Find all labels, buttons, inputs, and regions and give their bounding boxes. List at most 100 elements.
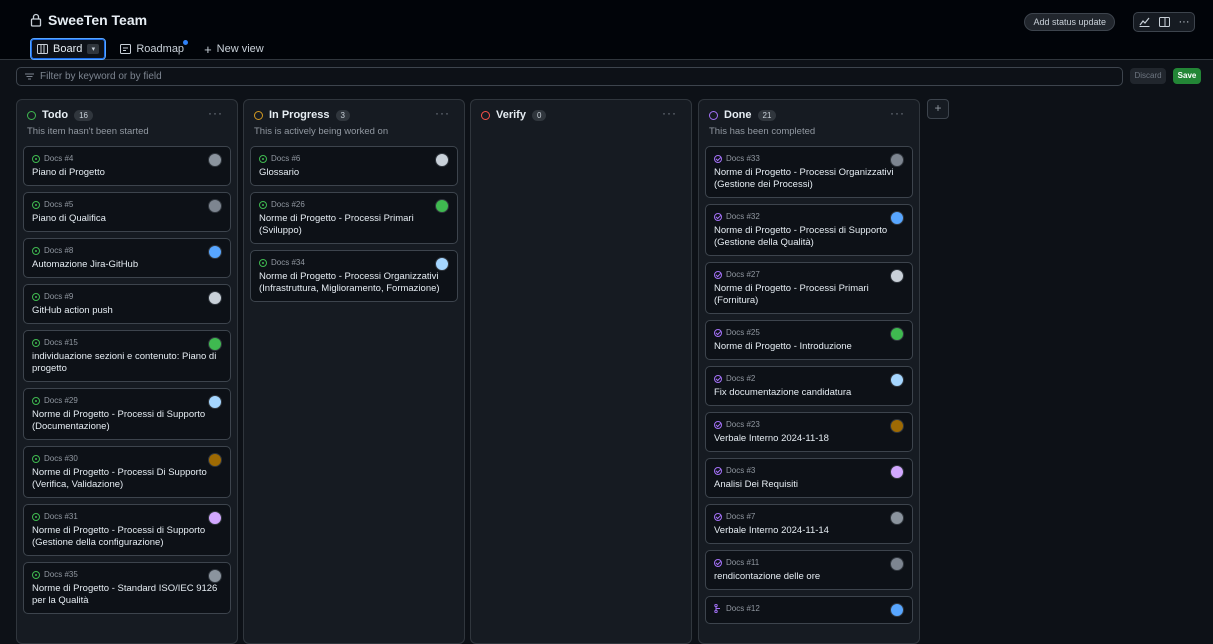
issue-card[interactable]: Docs #23 Verbale Interno 2024-11-18 bbox=[705, 412, 913, 452]
column-menu-icon[interactable]: ··· bbox=[208, 106, 223, 120]
kebab-menu-icon[interactable]: ··· bbox=[1174, 13, 1194, 31]
avatar[interactable] bbox=[208, 337, 222, 351]
column-name: In Progress bbox=[269, 109, 330, 121]
card-title[interactable]: Piano di Progetto bbox=[32, 167, 222, 179]
avatar[interactable] bbox=[890, 511, 904, 525]
avatar[interactable] bbox=[208, 453, 222, 467]
side-panel-icon[interactable] bbox=[1154, 13, 1174, 31]
card-title[interactable]: Norme di Progetto - Processi Di Supporto… bbox=[32, 467, 222, 491]
card-title[interactable]: Analisi Dei Requisiti bbox=[714, 479, 904, 491]
issue-card[interactable]: Docs #7 Verbale Interno 2024-11-14 bbox=[705, 504, 913, 544]
issue-card[interactable]: Docs #5 Piano di Qualifica bbox=[23, 192, 231, 232]
issue-card[interactable]: Docs #3 Analisi Dei Requisiti bbox=[705, 458, 913, 498]
card-ref-label: Docs #6 bbox=[271, 154, 301, 163]
issue-card[interactable]: Docs #32 Norme di Progetto - Processi di … bbox=[705, 204, 913, 256]
issue-card[interactable]: Docs #25 Norme di Progetto - Introduzione bbox=[705, 320, 913, 360]
add-column-button[interactable]: + bbox=[927, 99, 949, 119]
card-title[interactable]: Verbale Interno 2024-11-14 bbox=[714, 525, 904, 537]
card-title[interactable]: Glossario bbox=[259, 167, 449, 179]
open-issue-icon bbox=[32, 154, 40, 163]
card-list: Docs #6 Glossario Docs #26 Norme di Progett… bbox=[244, 142, 464, 302]
card-title[interactable]: rendicontazione delle ore bbox=[714, 571, 904, 583]
open-issue-icon bbox=[32, 454, 40, 463]
project-header: SweeTen Team Board ▾ Roadmap + New view … bbox=[0, 0, 1213, 60]
avatar[interactable] bbox=[435, 257, 449, 271]
card-title[interactable]: Norme di Progetto - Processi di Supporto… bbox=[32, 409, 222, 433]
card-title[interactable]: Piano di Qualifica bbox=[32, 213, 222, 225]
issue-card[interactable]: Docs #15 individuazione sezioni e contenu… bbox=[23, 330, 231, 382]
issue-card[interactable]: Docs #2 Fix documentazione candidatura bbox=[705, 366, 913, 406]
issue-card[interactable]: Docs #6 Glossario bbox=[250, 146, 458, 186]
card-title[interactable]: Automazione Jira-GitHub bbox=[32, 259, 222, 271]
avatar[interactable] bbox=[208, 511, 222, 525]
insights-icon[interactable] bbox=[1134, 13, 1154, 31]
card-title[interactable]: Verbale Interno 2024-11-18 bbox=[714, 433, 904, 445]
discard-button[interactable]: Discard bbox=[1130, 68, 1166, 84]
card-title[interactable]: Fix documentazione candidatura bbox=[714, 387, 904, 399]
new-view-button[interactable]: + New view bbox=[198, 39, 270, 59]
issue-card[interactable]: Docs #34 Norme di Progetto - Processi Org… bbox=[250, 250, 458, 302]
avatar[interactable] bbox=[890, 603, 904, 617]
card-ref-label: Docs #32 bbox=[726, 212, 760, 221]
avatar[interactable] bbox=[890, 557, 904, 571]
avatar[interactable] bbox=[435, 199, 449, 213]
tab-roadmap[interactable]: Roadmap bbox=[114, 39, 190, 59]
avatar[interactable] bbox=[890, 153, 904, 167]
card-title[interactable]: Norme di Progetto - Processi Primari (Sv… bbox=[259, 213, 449, 237]
card-title[interactable]: Norme di Progetto - Processi Organizzati… bbox=[714, 167, 904, 191]
avatar[interactable] bbox=[890, 419, 904, 433]
avatar[interactable] bbox=[435, 153, 449, 167]
card-title[interactable]: GitHub action push bbox=[32, 305, 222, 317]
issue-card[interactable]: Docs #26 Norme di Progetto - Processi Pri… bbox=[250, 192, 458, 244]
issue-card[interactable]: Docs #27 Norme di Progetto - Processi Pri… bbox=[705, 262, 913, 314]
card-title[interactable]: Norme di Progetto - Processi di Supporto… bbox=[714, 225, 904, 249]
closed-issue-icon bbox=[714, 328, 722, 337]
avatar[interactable] bbox=[890, 465, 904, 479]
issue-card[interactable]: Docs #33 Norme di Progetto - Processi Org… bbox=[705, 146, 913, 198]
avatar[interactable] bbox=[890, 327, 904, 341]
filter-input[interactable]: Filter by keyword or by field bbox=[16, 67, 1123, 86]
card-title[interactable]: Norme di Progetto - Processi Primari (Fo… bbox=[714, 283, 904, 307]
avatar[interactable] bbox=[890, 373, 904, 387]
column-menu-icon[interactable]: ··· bbox=[435, 106, 450, 120]
avatar[interactable] bbox=[208, 395, 222, 409]
card-title[interactable]: Norme di Progetto - Processi di Supporto… bbox=[32, 525, 222, 549]
count-badge: 0 bbox=[531, 109, 547, 121]
chevron-down-icon[interactable]: ▾ bbox=[87, 44, 100, 54]
issue-card[interactable]: Docs #12 bbox=[705, 596, 913, 624]
card-title[interactable]: individuazione sezioni e contenuto: Pian… bbox=[32, 351, 222, 375]
issue-card[interactable]: Docs #31 Norme di Progetto - Processi di … bbox=[23, 504, 231, 556]
avatar[interactable] bbox=[208, 153, 222, 167]
column-menu-icon[interactable]: ··· bbox=[662, 106, 677, 120]
add-status-update-button[interactable]: Add status update bbox=[1024, 13, 1115, 31]
closed-issue-icon bbox=[714, 212, 722, 221]
card-title[interactable]: Norme di Progetto - Standard ISO/IEC 912… bbox=[32, 583, 222, 607]
card-ref-label: Docs #5 bbox=[44, 200, 74, 209]
save-button[interactable]: Save bbox=[1173, 68, 1201, 84]
column-todo: Todo 16 ··· This item hasn't been started Do… bbox=[16, 99, 238, 644]
issue-card[interactable]: Docs #9 GitHub action push bbox=[23, 284, 231, 324]
card-title[interactable]: Norme di Progetto - Introduzione bbox=[714, 341, 904, 353]
avatar[interactable] bbox=[208, 199, 222, 213]
card-ref: Docs #11 bbox=[714, 558, 904, 567]
card-ref: Docs #29 bbox=[32, 396, 222, 405]
card-ref: Docs #12 bbox=[714, 604, 904, 613]
avatar[interactable] bbox=[208, 291, 222, 305]
avatar[interactable] bbox=[208, 245, 222, 259]
closed-issue-icon bbox=[714, 512, 722, 521]
issue-card[interactable]: Docs #35 Norme di Progetto - Standard ISO… bbox=[23, 562, 231, 614]
issue-card[interactable]: Docs #29 Norme di Progetto - Processi di … bbox=[23, 388, 231, 440]
avatar[interactable] bbox=[890, 211, 904, 225]
issue-card[interactable]: Docs #8 Automazione Jira-GitHub bbox=[23, 238, 231, 278]
issue-card[interactable]: Docs #11 rendicontazione delle ore bbox=[705, 550, 913, 590]
issue-card[interactable]: Docs #30 Norme di Progetto - Processi Di … bbox=[23, 446, 231, 498]
avatar[interactable] bbox=[208, 569, 222, 583]
avatar[interactable] bbox=[890, 269, 904, 283]
card-ref: Docs #30 bbox=[32, 454, 222, 463]
column-menu-icon[interactable]: ··· bbox=[890, 106, 905, 120]
issue-card[interactable]: Docs #4 Piano di Progetto bbox=[23, 146, 231, 186]
closed-issue-icon bbox=[714, 374, 722, 383]
card-title[interactable]: Norme di Progetto - Processi Organizzati… bbox=[259, 271, 449, 295]
tab-board[interactable]: Board ▾ bbox=[30, 38, 107, 60]
count-badge: 3 bbox=[335, 109, 350, 121]
